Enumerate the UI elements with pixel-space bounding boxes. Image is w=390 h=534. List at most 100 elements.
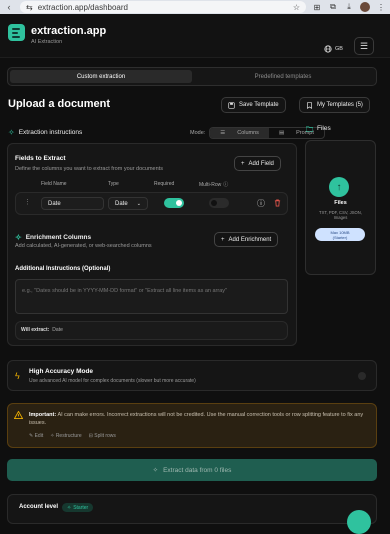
bookmark-icon <box>307 101 312 109</box>
add-enrichment-label: Add Enrichment <box>228 236 272 243</box>
chat-fab[interactable] <box>347 510 371 534</box>
files-heading: Files <box>306 125 331 132</box>
sparkle-icon: ✧ <box>8 128 15 137</box>
add-field-label: Add Field <box>248 160 274 167</box>
folder-icon <box>306 126 313 132</box>
enrichment-heading: ✧ Enrichment Columns <box>15 233 91 242</box>
extraction-instructions-title: Extraction instructions <box>18 129 83 136</box>
menu-button[interactable]: ☰ <box>354 37 374 55</box>
will-extract-value: Date <box>52 327 63 333</box>
sparkle-icon: ✧ <box>15 233 22 242</box>
mode-tabs: Custom extraction Predefined templates <box>7 67 377 86</box>
app-header: extraction.app AI Extraction GB ☰ <box>0 14 390 58</box>
add-enrichment-button[interactable]: + Add Enrichment <box>214 232 279 247</box>
download-icon[interactable]: ⤓ <box>344 2 354 12</box>
mode-switch: Mode: ☰ Columns ▤ Prompt <box>190 127 325 139</box>
fields-description: Define the columns you want to extract f… <box>15 166 163 172</box>
fields-title: Fields to Extract <box>15 155 66 162</box>
extract-button-label: Extract data from 0 files <box>163 466 232 474</box>
restructure-tool[interactable]: ✧ Restructure <box>50 433 81 439</box>
file-size-plan: (Starter) <box>332 235 348 240</box>
plus-icon: + <box>221 236 225 243</box>
mode-columns-button[interactable]: ☰ Columns <box>210 128 269 138</box>
more-icon[interactable]: ⋮ <box>376 2 386 12</box>
split-rows-tool-label: Split rows <box>94 433 116 439</box>
profile-avatar[interactable] <box>360 2 370 12</box>
additional-instructions-title: Additional Instructions (Optional) <box>15 266 111 272</box>
drag-handle-icon[interactable]: ⋮ <box>24 198 31 206</box>
split-rows-tool[interactable]: ⊟ Split rows <box>89 433 116 439</box>
my-templates-button[interactable]: My Templates (5) <box>299 97 370 113</box>
back-icon[interactable]: ‹ <box>4 2 14 12</box>
list-icon: ☰ <box>220 130 226 136</box>
brand-name[interactable]: extraction.app <box>31 25 106 37</box>
col-header-multirow: Multi-Row <box>199 181 222 188</box>
account-level-label: Account level <box>19 504 59 510</box>
puzzle-icon[interactable]: ⧉ <box>328 2 338 12</box>
tab-custom-extraction[interactable]: Custom extraction <box>10 70 192 83</box>
high-accuracy-description: Use advanced AI model for complex docume… <box>29 378 196 384</box>
col-header-required: Required <box>154 181 175 187</box>
save-icon <box>228 101 235 109</box>
warning-bold: Important: <box>29 412 57 418</box>
add-field-button[interactable]: + Add Field <box>234 156 281 171</box>
file-size-limit-badge: Max 10MB (Starter) <box>315 228 365 241</box>
field-type-value: Date <box>115 200 128 207</box>
additional-instructions-textarea[interactable]: e.g., "Dates should be in YYYY-MM-DD for… <box>15 279 288 314</box>
plus-icon: + <box>241 160 245 167</box>
document-lines-icon[interactable] <box>8 24 25 41</box>
file-dropzone[interactable] <box>305 140 376 275</box>
restructure-tool-label: Restructure <box>55 433 82 439</box>
files-heading-title: Files <box>317 125 331 132</box>
will-extract-label: Will extract: <box>21 327 50 333</box>
extension-icon[interactable]: ⊞ <box>312 2 322 12</box>
language-code: GB <box>335 46 343 52</box>
field-type-select[interactable]: Date ⌄ <box>108 197 148 210</box>
site-info-icon[interactable]: ⇆ <box>26 3 33 12</box>
url-text: extraction.app/dashboard <box>37 2 128 12</box>
warning-message: Important: AI can make errors. Incorrect… <box>29 411 369 427</box>
dropzone-title: Files <box>334 200 347 206</box>
info-icon[interactable]: ⓘ <box>223 181 228 188</box>
warning-text: AI can make errors. Incorrect extraction… <box>29 412 364 426</box>
chevron-down-icon: ⌄ <box>136 200 141 207</box>
document-icon: ▤ <box>278 130 285 136</box>
save-template-label: Save Template <box>239 102 279 108</box>
warning-icon <box>14 411 23 419</box>
pencil-icon: ✎ <box>29 433 34 439</box>
split-icon: ⊟ <box>88 433 93 439</box>
hamburger-icon: ☰ <box>359 40 369 51</box>
field-name-input[interactable]: Date <box>41 197 104 210</box>
language-selector[interactable]: GB <box>324 45 343 53</box>
account-plan-badge: ✧ Starter <box>62 503 94 512</box>
mode-label: Mode: <box>190 130 206 136</box>
sparkle-icon: ✧ <box>152 467 159 474</box>
lightning-icon: ϟ <box>15 371 20 381</box>
sparkle-icon: ✧ <box>50 433 55 439</box>
high-accuracy-title: High Accuracy Mode <box>29 368 94 375</box>
additional-instructions-placeholder: e.g., "Dates should be in YYYY-MM-DD for… <box>22 288 227 294</box>
required-toggle[interactable] <box>164 198 184 208</box>
globe-icon <box>324 45 332 53</box>
page-title: Upload a document <box>8 98 111 110</box>
warning-tools: ✎ Edit ✧ Restructure ⊟ Split rows <box>29 433 116 439</box>
multirow-toggle[interactable] <box>209 198 229 208</box>
edit-tool[interactable]: ✎ Edit <box>29 433 43 439</box>
col-header-name: Field Name <box>41 181 67 187</box>
address-bar[interactable]: ⇆ extraction.app/dashboard ☆ <box>20 1 306 13</box>
field-info-icon[interactable]: ⓘ <box>257 198 265 209</box>
bookmark-star-icon[interactable]: ☆ <box>293 3 300 12</box>
extract-button[interactable]: ✧ Extract data from 0 files <box>7 459 377 481</box>
col-header-multirow-wrap: Multi-Row ⓘ <box>199 181 228 189</box>
upload-icon[interactable]: ↑ <box>329 177 349 197</box>
dropzone-formats: TXT, PDF, CSV, JSON, Images <box>319 210 362 220</box>
trash-icon[interactable] <box>274 199 281 207</box>
brand-subtitle: AI Extraction <box>31 39 63 45</box>
mode-columns-label: Columns <box>237 130 259 136</box>
tab-predefined-templates[interactable]: Predefined templates <box>192 70 374 83</box>
save-template-button[interactable]: Save Template <box>221 97 286 113</box>
high-accuracy-toggle[interactable] <box>358 372 366 380</box>
account-plan: Starter <box>73 504 89 511</box>
col-header-type: Type <box>108 181 119 187</box>
enrichment-title: Enrichment Columns <box>25 234 92 241</box>
